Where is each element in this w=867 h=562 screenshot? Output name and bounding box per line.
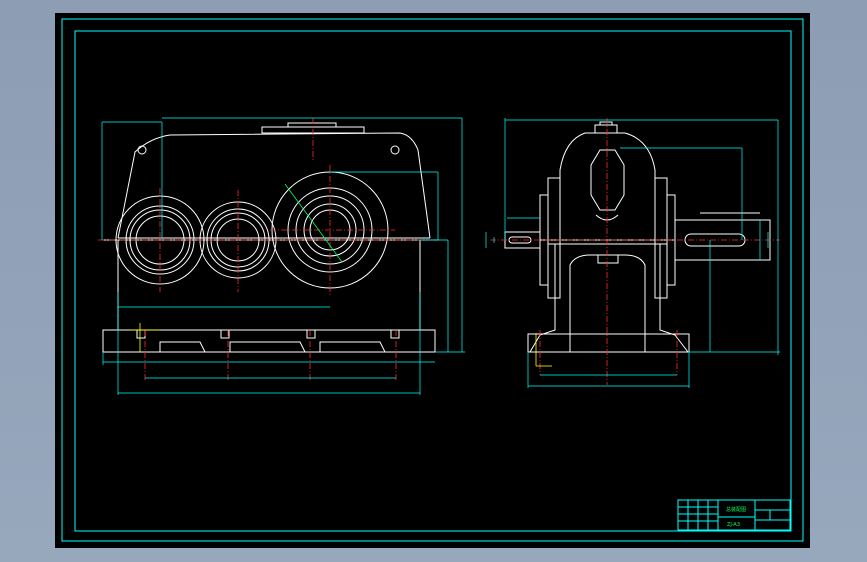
front-view-dimensions (101, 117, 465, 395)
vent-plug (590, 149, 625, 211)
base-flange (102, 329, 436, 353)
side-cover-outline (559, 132, 656, 238)
side-view-dimensions (485, 118, 780, 388)
base-recesses (159, 341, 386, 353)
drawing-subtitle: ZJ-A3 (727, 522, 740, 528)
side-view (485, 118, 780, 388)
housing-cover-outline (117, 132, 431, 239)
lifting-lug-right (390, 145, 400, 155)
cad-drawing: 总装配图 ZJ-A3 (61, 18, 804, 542)
side-lower-body (569, 254, 646, 352)
side-base (527, 333, 690, 353)
drawing-title: 总装配图 (726, 506, 746, 513)
lower-housing (117, 240, 421, 331)
outer-border (61, 18, 804, 542)
title-block: 总装配图 ZJ-A3 (677, 499, 791, 531)
inner-border (74, 30, 792, 532)
inspection-cover-plate (287, 122, 337, 128)
lifting-lug-left (137, 145, 147, 155)
front-view (98, 117, 465, 395)
